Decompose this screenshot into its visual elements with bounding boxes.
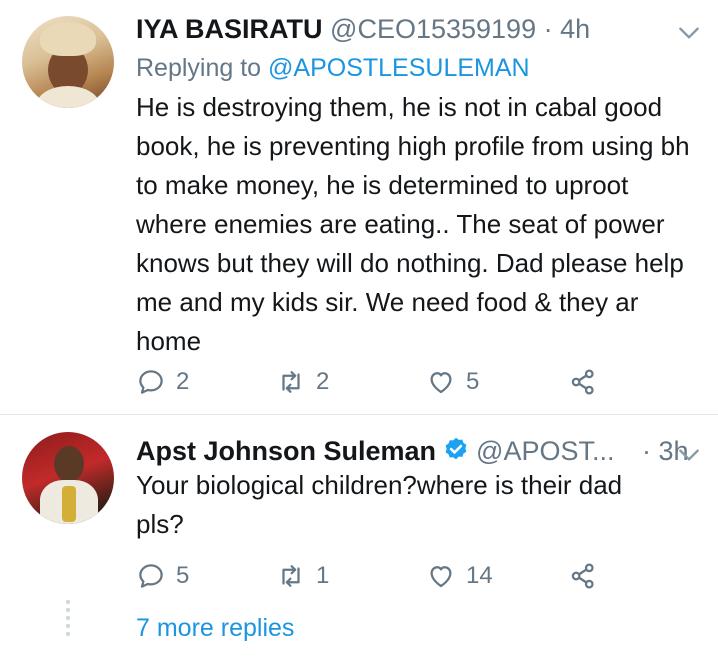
verified-badge-icon: [445, 437, 467, 460]
retweet-button[interactable]: 1: [276, 558, 329, 594]
reply-icon: [139, 370, 163, 394]
like-icon: [430, 566, 452, 588]
reply-count: 5: [176, 562, 190, 589]
author-handle[interactable]: @APOST...: [476, 436, 614, 466]
author-name[interactable]: IYA BASIRATU: [136, 14, 323, 44]
replying-mention[interactable]: @APOSTLESULEMAN: [268, 54, 530, 82]
chevron-down-icon[interactable]: [676, 20, 702, 46]
tweet-1[interactable]: IYA BASIRATU @CEO15359199 · 4h Replying …: [0, 0, 718, 410]
share-icon: [571, 369, 594, 395]
author-handle[interactable]: @CEO15359199: [330, 14, 536, 44]
tweet-text: He is destroying them, he is not in caba…: [136, 92, 690, 356]
replying-prefix: Replying to: [136, 54, 262, 82]
tweet-actions: 2 2 5: [136, 364, 636, 400]
like-count: 14: [466, 562, 493, 589]
like-button[interactable]: 5: [426, 364, 479, 400]
avatar[interactable]: [22, 16, 114, 108]
reply-icon: [139, 564, 163, 588]
retweet-button[interactable]: 2: [276, 364, 329, 400]
tweet-text: Your biological children?where is their …: [136, 470, 623, 539]
timestamp[interactable]: 4h: [560, 14, 590, 44]
reply-count: 2: [176, 368, 190, 395]
share-button[interactable]: [568, 364, 598, 400]
tweet-header: Apst Johnson Suleman @APOST... · 3h: [136, 436, 689, 467]
chevron-down-icon[interactable]: [676, 442, 702, 468]
thread-connector: [66, 600, 70, 640]
like-count: 5: [466, 368, 480, 395]
retweet-count: 2: [316, 368, 330, 395]
like-icon: [430, 372, 452, 394]
retweet-icon: [282, 371, 300, 393]
avatar[interactable]: [22, 432, 114, 524]
tweet-actions: 5 1 14: [136, 558, 636, 594]
share-icon: [571, 563, 594, 589]
reply-button[interactable]: 5: [136, 558, 189, 594]
replying-to: Replying to @APOSTLESULEMAN: [136, 54, 530, 83]
tweet-header: IYA BASIRATU @CEO15359199 · 4h: [136, 14, 590, 45]
more-replies-link[interactable]: 7 more replies: [136, 614, 294, 643]
retweet-icon: [282, 565, 300, 587]
retweet-count: 1: [316, 562, 330, 589]
separator-dot: ·: [543, 14, 553, 44]
share-button[interactable]: [568, 558, 598, 594]
separator-dot: ·: [642, 436, 652, 466]
author-name[interactable]: Apst Johnson Suleman: [136, 436, 436, 466]
like-button[interactable]: 14: [426, 558, 493, 594]
reply-button[interactable]: 2: [136, 364, 189, 400]
